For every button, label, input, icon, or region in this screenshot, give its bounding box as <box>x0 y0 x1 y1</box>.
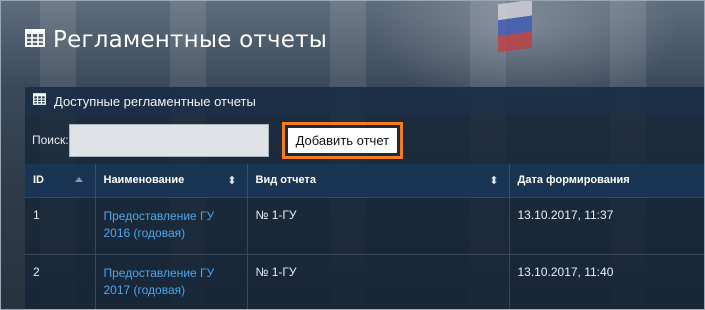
table-header-row: ID Наименование ⬍ Вид отчета ⬍ Дата форм… <box>25 164 705 197</box>
report-name-link[interactable]: Предоставление ГУ 2016 (годовая) <box>95 196 248 254</box>
table-row: 2 Предоставление ГУ 2017 (годовая) № 1-Г… <box>25 253 705 310</box>
reports-table: ID Наименование ⬍ Вид отчета ⬍ Дата форм… <box>25 164 705 310</box>
column-header-label: Дата формирования <box>517 174 630 187</box>
reports-panel: Доступные регламентные отчеты Поиск: Доб… <box>25 87 705 310</box>
panel-title: Доступные регламентные отчеты <box>54 93 256 109</box>
column-header-label: ID <box>33 174 44 187</box>
table-toolbar: Поиск: Добавить отчет <box>25 121 705 159</box>
table-grid-icon <box>25 28 45 52</box>
cell-id: 1 <box>25 196 96 254</box>
add-report-highlight: Добавить отчет <box>281 121 404 159</box>
page-title: Регламентные отчеты <box>53 27 328 53</box>
column-header-date[interactable]: Дата формирования <box>509 164 705 197</box>
add-report-button[interactable]: Добавить отчет <box>287 127 398 153</box>
cell-date: 13.10.2017, 11:40 <box>509 253 705 310</box>
cell-type: № 1-ГУ <box>247 253 510 310</box>
page-header: Регламентные отчеты <box>0 0 705 80</box>
column-header-id[interactable]: ID <box>25 164 96 197</box>
search-label: Поиск: <box>32 133 69 147</box>
column-header-label: Наименование <box>103 174 185 187</box>
sort-both-icon: ⬍ <box>227 175 237 187</box>
column-header-type[interactable]: Вид отчета ⬍ <box>247 164 510 197</box>
sort-both-icon: ⬍ <box>489 175 499 187</box>
cell-type: № 1-ГУ <box>247 196 510 254</box>
cell-id: 2 <box>25 253 96 310</box>
cell-date: 13.10.2017, 11:37 <box>509 196 705 254</box>
table-row: 1 Предоставление ГУ 2016 (годовая) № 1-Г… <box>25 196 705 254</box>
report-name-link[interactable]: Предоставление ГУ 2017 (годовая) <box>95 253 248 310</box>
panel-header: Доступные регламентные отчеты <box>25 87 705 115</box>
column-header-name[interactable]: Наименование ⬍ <box>95 164 248 197</box>
search-input[interactable] <box>68 123 269 157</box>
table-grid-icon <box>33 92 46 110</box>
sort-asc-icon <box>74 177 83 182</box>
column-header-label: Вид отчета <box>255 174 316 187</box>
